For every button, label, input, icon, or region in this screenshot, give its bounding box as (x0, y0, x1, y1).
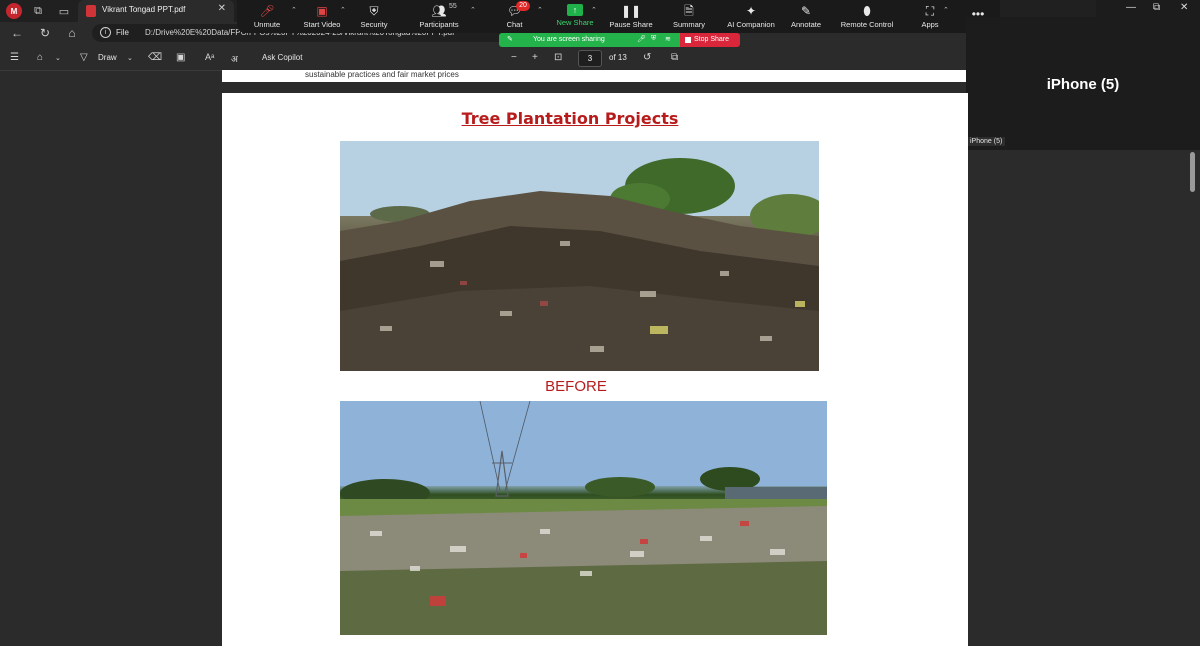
close-tab-icon[interactable]: ✕ (218, 3, 226, 14)
pdf-toolbar: ☰ ⌂ ⌄ ▽ Draw ⌄ ⌫ ▣ Aᵃ अ Ask Copilot − + … (0, 47, 966, 71)
chat-badge: 20 (516, 1, 530, 11)
share-icon: ↑ (567, 4, 583, 16)
maximize-icon[interactable]: ⧉ (1153, 2, 1160, 13)
ai-companion-button[interactable]: ✦ AI Companion (726, 0, 776, 33)
before-label: BEFORE (545, 378, 607, 395)
close-window-icon[interactable]: ✕ (1180, 2, 1188, 13)
page-total: of 13 (609, 53, 627, 62)
share-options-icon[interactable]: ⌃ (591, 6, 597, 14)
video-options-icon[interactable]: ⌃ (340, 6, 346, 14)
participant-name-tag: iPhone (5) (967, 137, 1006, 146)
sparkle-icon: ✦ (745, 4, 757, 18)
chat-options-icon[interactable]: ⌃ (537, 6, 543, 14)
participant-name: iPhone (5) (1046, 76, 1120, 93)
unmute-options-icon[interactable]: ⌃ (291, 6, 297, 14)
tab-pdf[interactable]: Vikrant Tongad PPT.pdf ✕ (78, 0, 234, 22)
app-logo-icon[interactable]: M (6, 3, 22, 19)
new-share-button[interactable]: ↑ New Share ⌃ (555, 0, 597, 33)
refresh-icon[interactable]: ↻ (37, 25, 53, 41)
shield-icon: ⛨ (651, 35, 657, 42)
draw-icon[interactable]: ▽ (80, 52, 88, 63)
home-icon[interactable]: ⌂ (64, 25, 80, 41)
scrollbar-thumb[interactable] (1190, 152, 1195, 192)
erase-icon[interactable]: ⌫ (148, 52, 162, 63)
page-number-input[interactable]: 3 (578, 50, 602, 67)
document-scrollbar[interactable] (1188, 150, 1198, 646)
minimize-icon[interactable]: — (1126, 2, 1136, 13)
video-off-icon: ▣ (316, 4, 328, 18)
draw-dropdown-icon[interactable]: ⌄ (127, 54, 133, 62)
start-video-button[interactable]: ▣ Start Video ⌃ (299, 0, 346, 33)
tab-actions-icon[interactable]: ▭ (56, 3, 72, 19)
page-view-icon[interactable]: ⧉ (671, 52, 678, 63)
info-icon[interactable]: i (100, 27, 111, 38)
previous-page-fragment: sustainable practices and fair market pr… (222, 70, 966, 82)
previous-page-text: sustainable practices and fair market pr… (305, 70, 459, 79)
contents-icon[interactable]: ☰ (10, 52, 19, 63)
participants-button[interactable]: 👥︎ 55 Participants ⌃ (417, 0, 475, 33)
pdf-file-icon (86, 5, 96, 17)
stop-share-button[interactable]: Stop Share (680, 33, 740, 47)
remote-control-button[interactable]: ⬮ Remote Control (840, 0, 894, 33)
mic-muted-icon: 🎤︎ (259, 4, 275, 18)
participants-count: 55 (449, 3, 457, 10)
pin-icon: ✎ (507, 36, 513, 43)
zoom-in-icon[interactable]: + (532, 52, 538, 63)
translate-icon[interactable]: अ (231, 52, 238, 65)
highlight-dropdown-icon[interactable]: ⌄ (55, 54, 61, 62)
highlight-icon[interactable]: ⌂ (37, 52, 43, 63)
unmute-button[interactable]: 🎤︎ Unmute ⌃ (247, 0, 297, 33)
read-aloud-icon[interactable]: Aᵃ (205, 52, 214, 62)
page-title: Tree Plantation Projects (461, 109, 679, 128)
sharing-indicator[interactable]: ✎ You are screen sharing 🎤︎ ⛨ ≋ (499, 33, 680, 47)
address-scheme: File (116, 28, 129, 37)
ask-copilot-button[interactable]: Ask Copilot (262, 53, 302, 62)
signal-icon: ≋ (665, 36, 671, 43)
pause-icon: ❚❚ (620, 4, 642, 18)
mic-icon: 🎤︎ (637, 36, 646, 43)
apps-options-icon[interactable]: ⌃ (943, 6, 949, 14)
summary-icon: 🗎︎ (684, 4, 694, 18)
shield-icon: ⛨ (369, 4, 379, 18)
meeting-toolbar: 🎤︎ Unmute ⌃ ▣ Start Video ⌃ ⛨ Security 👥… (237, 0, 1000, 33)
workspaces-icon[interactable]: ⧉ (30, 3, 46, 19)
chat-button[interactable]: 💬︎ 20 Chat ⌃ (502, 0, 543, 33)
screen-sharing-banner: ✎ You are screen sharing 🎤︎ ⛨ ≋ Stop Sha… (499, 33, 740, 47)
annotate-button[interactable]: ✎ Annotate (789, 0, 823, 33)
open-dump-site-image (340, 401, 827, 635)
participants-options-icon[interactable]: ⌃ (470, 6, 476, 14)
back-icon[interactable]: ← (9, 25, 25, 41)
zoom-out-icon[interactable]: − (511, 52, 517, 63)
stop-icon (685, 37, 691, 43)
text-box-icon[interactable]: ▣ (176, 52, 185, 63)
pen-icon: ✎ (800, 4, 812, 18)
participant-video-panel[interactable]: iPhone (5) iPhone (5) (966, 17, 1200, 150)
before-photo (340, 141, 819, 371)
security-button[interactable]: ⛨ Security (356, 0, 392, 33)
garbage-dump-image (340, 141, 819, 371)
apps-icon: ⛶ (925, 4, 935, 18)
pause-share-button[interactable]: ❚❚ Pause Share (609, 0, 653, 33)
fit-page-icon[interactable]: ⊡ (554, 52, 562, 63)
draw-label[interactable]: Draw (98, 53, 117, 62)
summary-button[interactable]: 🗎︎ Summary (671, 0, 707, 33)
after-photo (340, 401, 827, 635)
tab-title: Vikrant Tongad PPT.pdf (102, 5, 186, 14)
window-controls: — ⧉ ✕ (1096, 0, 1200, 17)
pdf-page: Tree Plantation Projects BEFORE (222, 93, 968, 646)
apps-button[interactable]: ⛶ Apps ⌃ (920, 0, 948, 33)
mouse-icon: ⬮ (863, 4, 871, 18)
rotate-icon[interactable]: ↺ (643, 52, 651, 63)
sharing-text: You are screen sharing (533, 36, 605, 43)
